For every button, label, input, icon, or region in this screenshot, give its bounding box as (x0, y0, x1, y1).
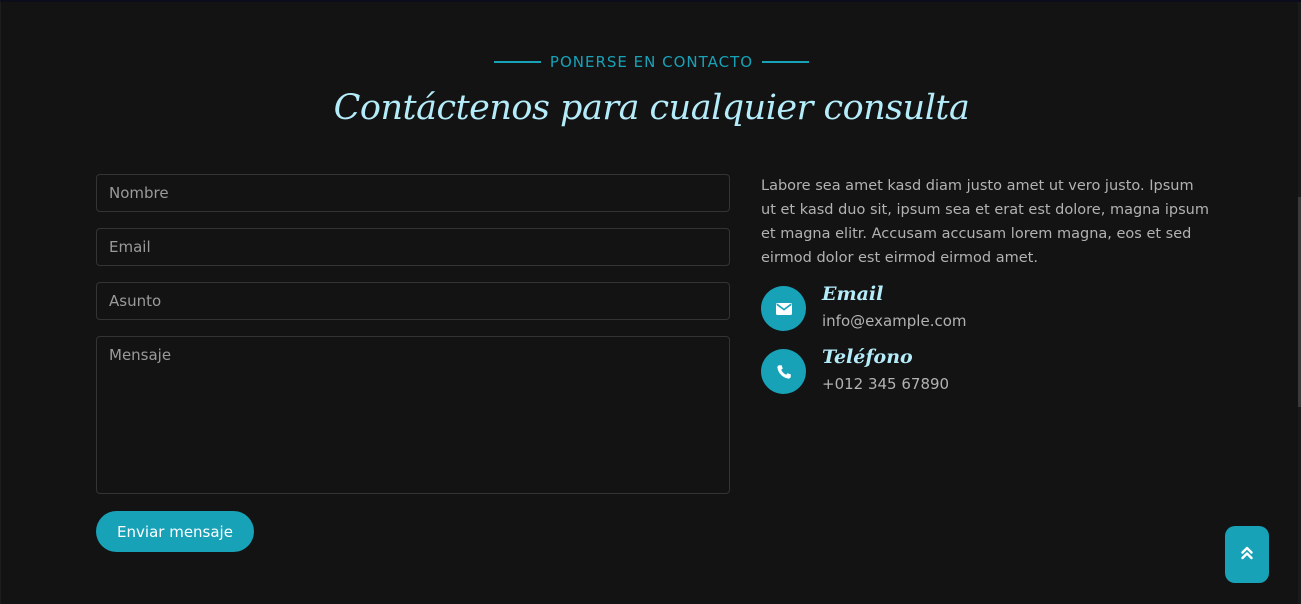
eyebrow-text: PONERSE EN CONTACTO (549, 53, 754, 71)
contact-page: PONERSE EN CONTACTO Contáctenos para cua… (0, 0, 1301, 604)
send-message-button[interactable]: Enviar mensaje (96, 511, 254, 552)
contact-form: Enviar mensaje (96, 174, 730, 552)
phone-contact: Teléfono +012 345 67890 (761, 346, 1211, 394)
message-field[interactable] (96, 336, 730, 494)
envelope-icon (761, 286, 806, 331)
phone-title: Teléfono (822, 346, 913, 368)
subject-field[interactable] (96, 282, 730, 320)
eyebrow-line-left (493, 61, 541, 63)
section-heading: Contáctenos para cualquier consulta (333, 88, 970, 128)
email-field[interactable] (96, 228, 730, 266)
email-title: Email (822, 283, 884, 305)
name-field[interactable] (96, 174, 730, 212)
double-chevron-up-icon (1241, 546, 1253, 563)
eyebrow-line-right (762, 61, 810, 63)
section-eyebrow: PONERSE EN CONTACTO (1, 53, 1301, 71)
contact-info: Labore sea amet kasd diam justo amet ut … (761, 174, 1211, 412)
phone-icon (761, 349, 806, 394)
email-value: info@example.com (822, 312, 967, 330)
email-contact: Email info@example.com (761, 283, 1211, 331)
contact-description: Labore sea amet kasd diam justo amet ut … (761, 178, 1209, 266)
phone-value: +012 345 67890 (822, 375, 950, 393)
back-to-top-button[interactable] (1225, 526, 1269, 583)
